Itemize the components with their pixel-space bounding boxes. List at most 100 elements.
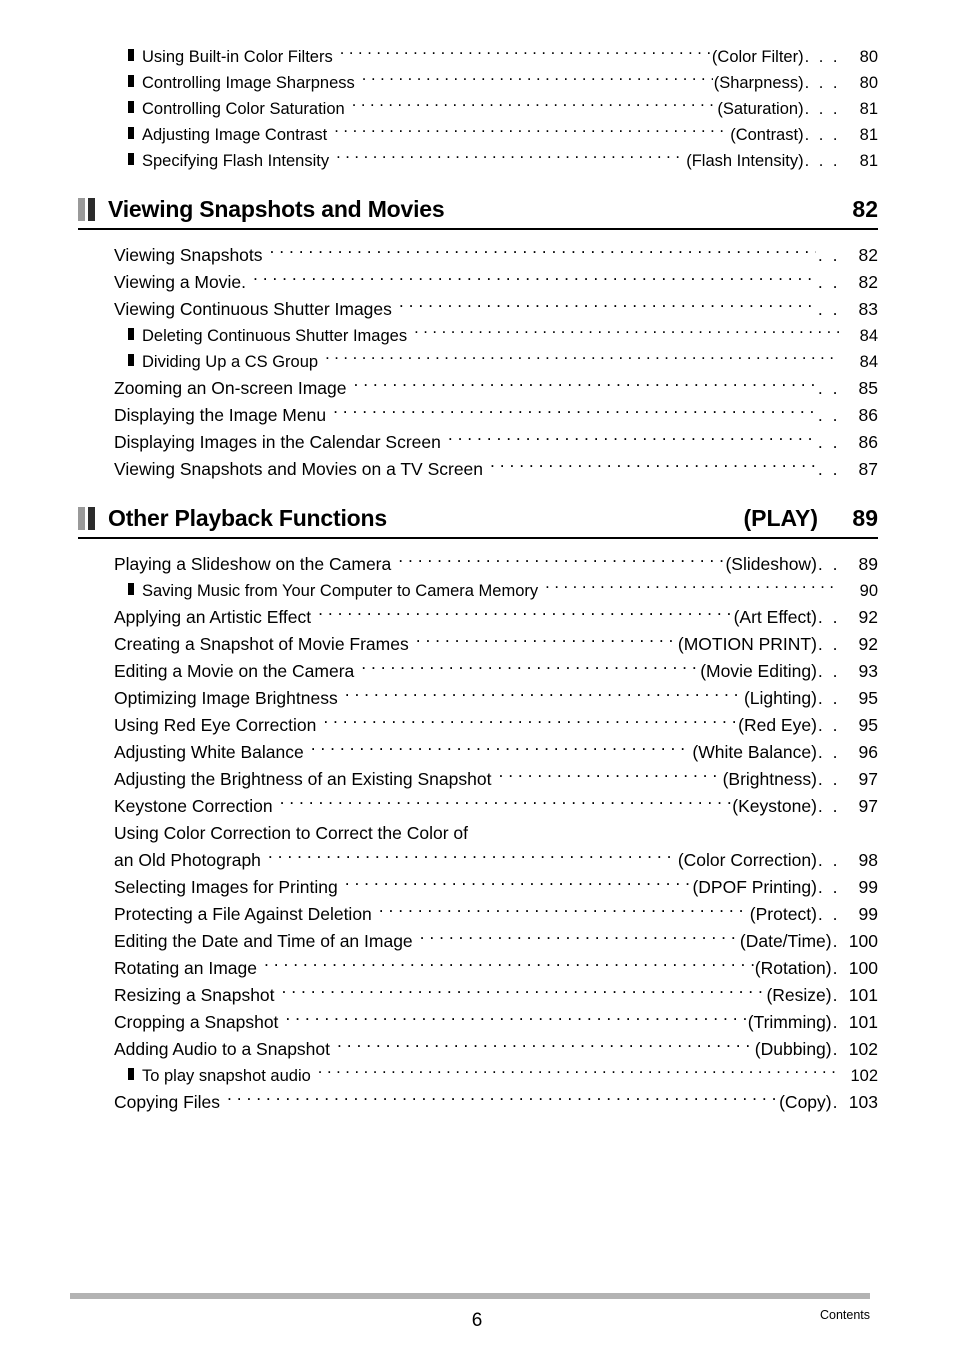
toc-entry-page-number: 84 xyxy=(859,353,878,371)
dot-leader xyxy=(490,458,816,476)
toc-entry-page-number: 98 xyxy=(858,850,878,870)
dot-leader xyxy=(414,325,839,342)
toc-entry[interactable]: Editing the Date and Time of an Image (Da… xyxy=(78,928,878,955)
toc-entry-function-name: (Date/Time) xyxy=(739,931,832,951)
dot-leader-tail: . . xyxy=(817,554,840,574)
toc-entry-title: Playing a Slideshow on the Camera xyxy=(114,554,392,574)
dot-leader xyxy=(311,741,692,759)
toc-entry[interactable]: Viewing Continuous Shutter Images . . 83 xyxy=(78,296,878,323)
toc-entry-function-name: (Keystone) xyxy=(732,796,817,816)
dot-leader-tail: . xyxy=(832,985,840,1005)
toc-entry-page-number: 100 xyxy=(848,958,878,978)
dot-leader-tail: . . . xyxy=(804,100,840,118)
toc-section-page-number: 82 xyxy=(852,196,878,222)
toc-section: Other Playback Functions (PLAY) 89 Playing … xyxy=(78,505,878,1116)
bullet-icon xyxy=(128,354,134,366)
toc-entry-title: an Old Photograph xyxy=(114,850,261,870)
toc-entry[interactable]: Displaying the Image Menu . . 86 xyxy=(78,402,878,429)
dot-leader-tail: . . xyxy=(817,904,840,924)
toc-entry-page-number: 97 xyxy=(858,769,878,789)
section-divider xyxy=(78,537,878,539)
dot-leader-tail: . . xyxy=(817,742,840,762)
toc-entry[interactable]: Specifying Flash Intensity (Flash Intensi… xyxy=(78,148,878,174)
dot-leader xyxy=(280,795,732,813)
toc-entry-title: Copying Files xyxy=(114,1092,221,1112)
toc-entry-function-name: (Contrast) xyxy=(730,126,804,144)
toc-entry[interactable]: Copying Files (Copy). 103 xyxy=(78,1089,878,1116)
toc-entry[interactable]: Saving Music from Your Computer to Camer… xyxy=(78,578,878,604)
toc-entry[interactable]: Protecting a File Against Deletion (Prote… xyxy=(78,901,878,928)
toc-entry-function-name: (MOTION PRINT) xyxy=(677,634,817,654)
toc-entry[interactable]: Selecting Images for Printing (DPOF Print… xyxy=(78,874,878,901)
toc-entry[interactable]: Adding Audio to a Snapshot (Dubbing). 102 xyxy=(78,1036,878,1063)
toc-entry[interactable]: Adjusting White Balance (White Balance). … xyxy=(78,739,878,766)
toc-entry[interactable]: Optimizing Image Brightness (Lighting). .… xyxy=(78,685,878,712)
toc-entry[interactable]: Using Built-in Color Filters (Color Filte… xyxy=(78,44,878,70)
toc-entry[interactable]: an Old Photograph (Color Correction). . 98 xyxy=(78,847,878,874)
dot-leader xyxy=(352,98,717,115)
toc-entry-function-name: (Trimming) xyxy=(747,1012,832,1032)
toc-section-header[interactable]: Other Playback Functions (PLAY) 89 xyxy=(78,505,878,537)
toc-entry-title: Selecting Images for Printing xyxy=(114,877,338,897)
toc-entry-title: Zooming an On-screen Image xyxy=(114,378,347,398)
toc-entry-title: Controlling Color Saturation xyxy=(142,100,345,118)
toc-entry[interactable]: Using Red Eye Correction (Red Eye). . 95 xyxy=(78,712,878,739)
toc-entry[interactable]: Resizing a Snapshot (Resize). 101 xyxy=(78,982,878,1009)
bullet-icon xyxy=(128,49,134,61)
dot-leader-tail: . . xyxy=(817,661,840,681)
toc-entry[interactable]: Controlling Image Sharpness (Sharpness). … xyxy=(78,70,878,96)
bullet-icon xyxy=(128,101,134,113)
toc-entry-function-name: (DPOF Printing) xyxy=(692,877,817,897)
dot-leader xyxy=(399,298,816,316)
toc-entry-title: Using Red Eye Correction xyxy=(114,715,317,735)
toc-entry-page-number: 99 xyxy=(858,904,878,924)
toc-entry-function-name: (Protect) xyxy=(749,904,817,924)
toc-entry-page-number: 90 xyxy=(859,582,878,600)
toc-entry-title: Controlling Image Sharpness xyxy=(142,74,355,92)
dot-leader xyxy=(398,553,724,571)
toc-entry[interactable]: Playing a Slideshow on the Camera (Slides… xyxy=(78,551,878,578)
toc-entry[interactable]: Keystone Correction (Keystone). . 97 xyxy=(78,793,878,820)
toc-page: Using Built-in Color Filters (Color Filte… xyxy=(0,0,954,1357)
toc-entry-page-number: 81 xyxy=(859,152,878,170)
toc-entry[interactable]: Using Color Correction to Correct the Co… xyxy=(78,820,878,847)
toc-entry-title: Adjusting the Brightness of an Existing … xyxy=(114,769,492,789)
dot-leader-tail: . . xyxy=(817,877,840,897)
dot-leader-tail: . . xyxy=(817,769,840,789)
toc-entry-function-name: (Slideshow) xyxy=(725,554,817,574)
toc-entry-page-number: 80 xyxy=(859,48,878,66)
toc-entry[interactable]: Dividing Up a CS Group 84 xyxy=(78,349,878,375)
dot-leader xyxy=(323,714,737,732)
toc-entry-title: Cropping a Snapshot xyxy=(114,1012,279,1032)
toc-entry[interactable]: Editing a Movie on the Camera (Movie Edit… xyxy=(78,658,878,685)
dot-leader-tail: . . xyxy=(817,272,840,292)
toc-entry[interactable]: Viewing a Movie. . . 82 xyxy=(78,269,878,296)
toc-entry[interactable]: Cropping a Snapshot (Trimming). 101 xyxy=(78,1009,878,1036)
toc-entry[interactable]: To play snapshot audio 102 xyxy=(78,1063,878,1089)
toc-entry-function-name: (Movie Editing) xyxy=(700,661,817,681)
toc-entry-title: Viewing Snapshots xyxy=(114,245,263,265)
toc-entry[interactable]: Deleting Continuous Shutter Images 84 xyxy=(78,323,878,349)
dot-leader xyxy=(345,687,743,705)
toc-entry[interactable]: Rotating an Image (Rotation). 100 xyxy=(78,955,878,982)
toc-entry[interactable]: Adjusting Image Contrast (Contrast). . . 8… xyxy=(78,122,878,148)
toc-entry-page-number: 89 xyxy=(858,554,878,574)
toc-entry[interactable]: Zooming an On-screen Image . . 85 xyxy=(78,375,878,402)
dot-leader xyxy=(268,849,677,867)
toc-entry[interactable]: Adjusting the Brightness of an Existing … xyxy=(78,766,878,793)
bullet-icon xyxy=(128,75,134,87)
toc-entry[interactable]: Displaying Images in the Calendar Screen… xyxy=(78,429,878,456)
toc-entry[interactable]: Viewing Snapshots . . 82 xyxy=(78,242,878,269)
toc-entry-title: Adding Audio to a Snapshot xyxy=(114,1039,331,1059)
section-marker-icon xyxy=(78,507,97,530)
toc-entry[interactable]: Creating a Snapshot of Movie Frames (MOTI… xyxy=(78,631,878,658)
toc-entry-page-number: 80 xyxy=(859,74,878,92)
toc-entry[interactable]: Applying an Artistic Effect (Art Effect).… xyxy=(78,604,878,631)
toc-section-header[interactable]: Viewing Snapshots and Movies 82 xyxy=(78,196,878,228)
dot-leader-tail: . . . xyxy=(804,152,840,170)
toc-entry-function-name: (Art Effect) xyxy=(733,607,817,627)
toc-entry[interactable]: Controlling Color Saturation (Saturation)… xyxy=(78,96,878,122)
toc-entry[interactable]: Viewing Snapshots and Movies on a TV Scr… xyxy=(78,456,878,483)
bullet-icon xyxy=(128,583,134,595)
dot-leader-tail: . xyxy=(832,1012,840,1032)
